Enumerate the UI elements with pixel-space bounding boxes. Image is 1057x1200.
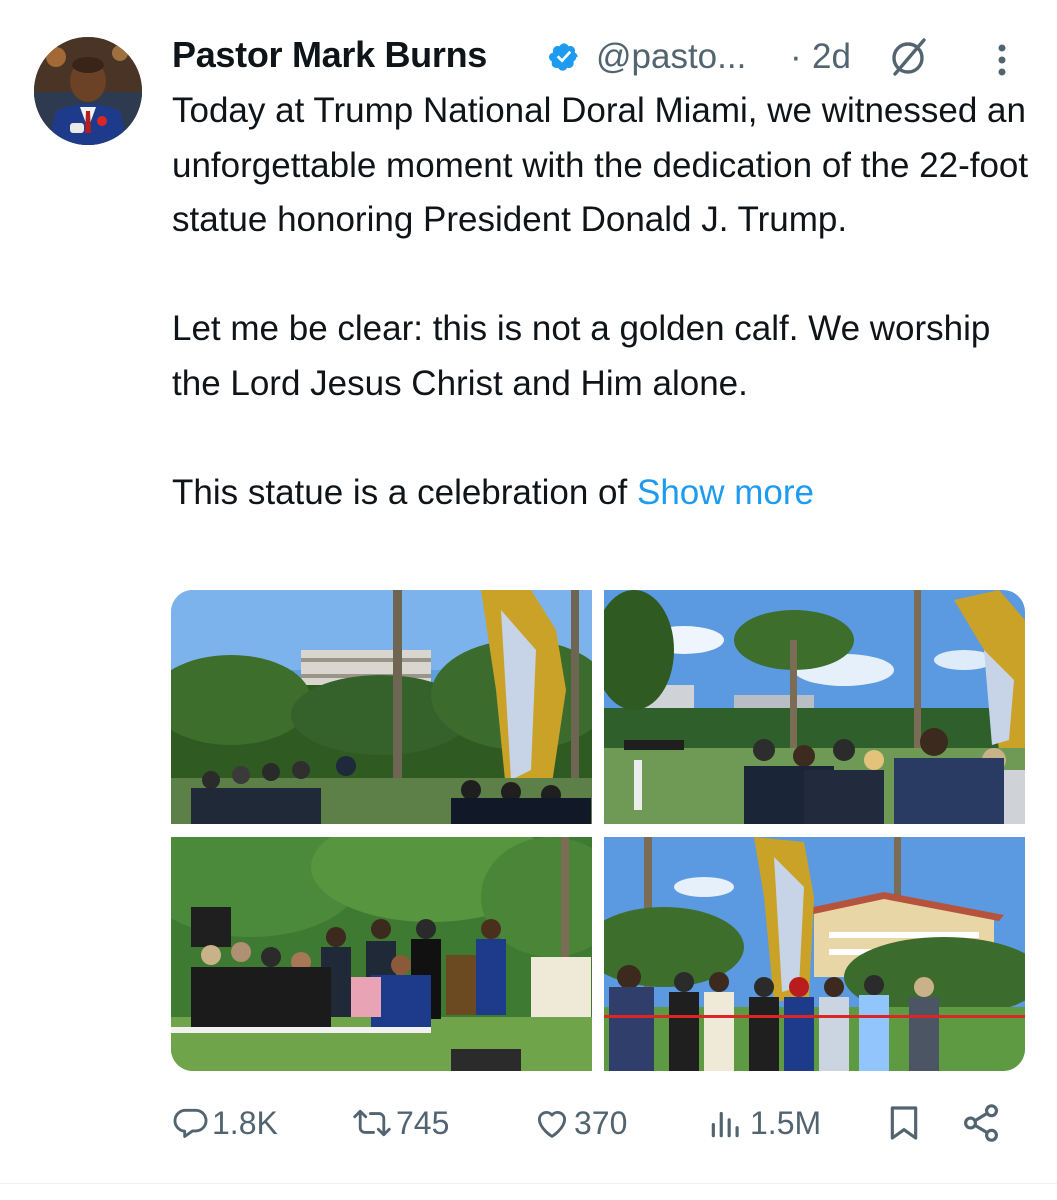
like-icon [537,1111,567,1138]
reply-button[interactable]: 1.8K [172,1095,278,1151]
show-more-link[interactable]: Show more [637,473,814,512]
author-name[interactable]: Pastor Mark Burns [172,34,487,76]
avatar-image [34,37,142,145]
separator-dot: · [790,37,802,76]
like-button[interactable]: 370 [532,1095,627,1151]
post-paragraph-truncated: This statue is a celebration of Show mor… [172,466,1032,521]
post-actions: 1.8K 745 370 1.5M [172,1095,1032,1151]
media-photo-2[interactable] [604,590,1025,824]
post-header: Pastor Mark Burns @pasto... · 2d [172,30,1032,80]
repost-count: 745 [396,1104,450,1141]
media-photo-4[interactable] [604,837,1025,1071]
repost-button[interactable]: 745 [350,1095,449,1151]
verified-badge-icon [549,43,578,71]
grok-icon[interactable] [886,34,932,80]
bookmark-icon [890,1106,918,1140]
share-icon [964,1104,998,1142]
reply-count: 1.8K [212,1104,278,1141]
media-photo-1[interactable] [171,590,592,824]
post-paragraph: Let me be clear: this is not a golden ca… [172,309,991,403]
repost-icon [353,1109,391,1137]
author-avatar[interactable] [34,37,142,145]
post-divider [0,1183,1057,1184]
share-button[interactable] [960,1095,1002,1151]
post-timestamp[interactable]: 2d [812,37,851,77]
views-icon [711,1111,739,1138]
view-count: 1.5M [750,1104,822,1141]
media-grid [171,590,1025,1071]
post-text: Today at Trump National Doral Miami, we … [172,84,1032,520]
like-count: 370 [574,1104,628,1141]
reply-icon [173,1108,208,1138]
post-paragraph: Today at Trump National Doral Miami, we … [172,91,1029,239]
bookmark-button[interactable] [884,1095,924,1151]
author-handle[interactable]: @pasto... [596,37,746,77]
more-vertical-icon[interactable] [988,40,1016,80]
truncated-text: This statue is a celebration of [172,472,637,512]
media-photo-3[interactable] [171,837,592,1071]
views-button[interactable]: 1.5M [706,1095,821,1151]
